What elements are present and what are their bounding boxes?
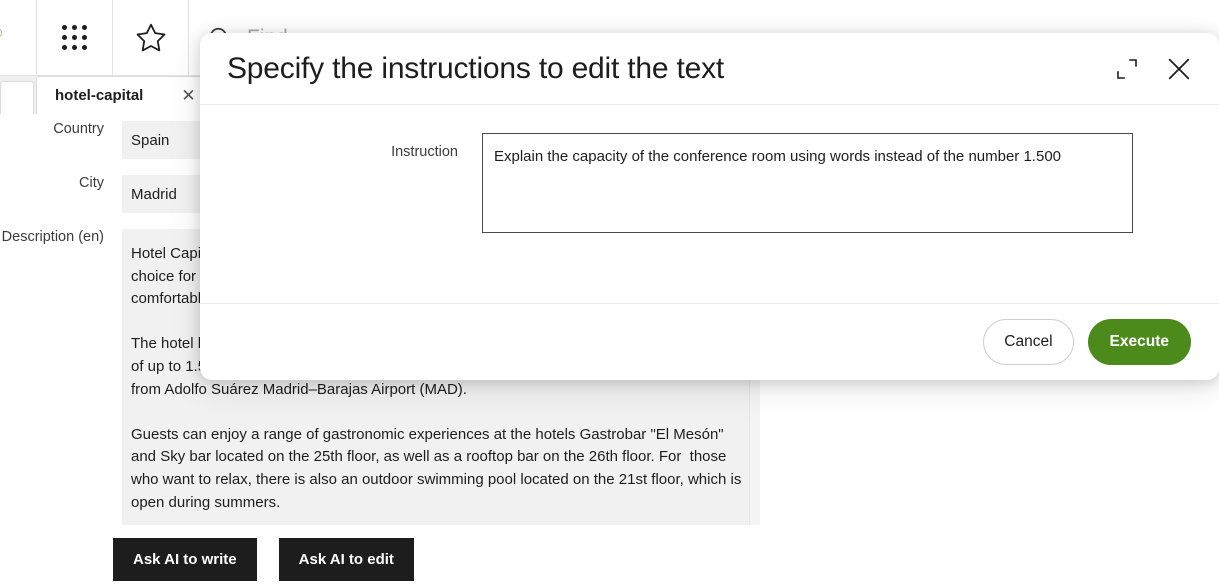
tab-close-icon[interactable]: ✕	[181, 87, 195, 104]
tab-label: hotel-capital	[55, 87, 143, 104]
maximize-button[interactable]	[1112, 54, 1142, 84]
apps-grid-button[interactable]	[37, 0, 113, 75]
dialog-header: Specify the instructions to edit the tex…	[200, 33, 1219, 105]
tab-hotel-capital[interactable]: hotel-capital ✕	[36, 76, 213, 114]
dialog-body: Instruction	[200, 105, 1219, 303]
app-root: ia® Find...	[0, 0, 1219, 588]
field-label-city: City	[0, 175, 104, 192]
dialog-header-actions	[1112, 54, 1194, 84]
dialog-footer: Cancel Execute	[200, 303, 1219, 380]
close-button[interactable]	[1164, 54, 1194, 84]
tab-stub-left[interactable]	[0, 81, 34, 114]
ai-action-buttons: Ask AI to write Ask AI to edit	[113, 538, 414, 581]
registered-mark-icon: ®	[0, 28, 2, 40]
dialog-title: Specify the instructions to edit the tex…	[227, 52, 1112, 86]
cancel-button[interactable]: Cancel	[983, 319, 1073, 365]
instruction-label: Instruction	[200, 144, 458, 160]
star-icon	[134, 21, 168, 55]
edit-instructions-dialog: Specify the instructions to edit the tex…	[200, 33, 1219, 380]
ask-ai-to-write-button[interactable]: Ask AI to write	[113, 538, 257, 581]
close-icon	[1165, 55, 1193, 83]
grid-apps-icon	[62, 25, 87, 50]
instruction-input[interactable]	[482, 133, 1133, 233]
field-label-country: Country	[0, 121, 104, 138]
favorites-button[interactable]	[113, 0, 189, 75]
execute-button[interactable]: Execute	[1088, 319, 1191, 365]
logo-text: ia®	[0, 22, 2, 56]
expand-icon	[1115, 57, 1139, 81]
ask-ai-to-edit-button[interactable]: Ask AI to edit	[279, 538, 414, 581]
field-label-description: Description (en)	[0, 229, 104, 246]
app-logo: ia®	[0, 0, 37, 75]
